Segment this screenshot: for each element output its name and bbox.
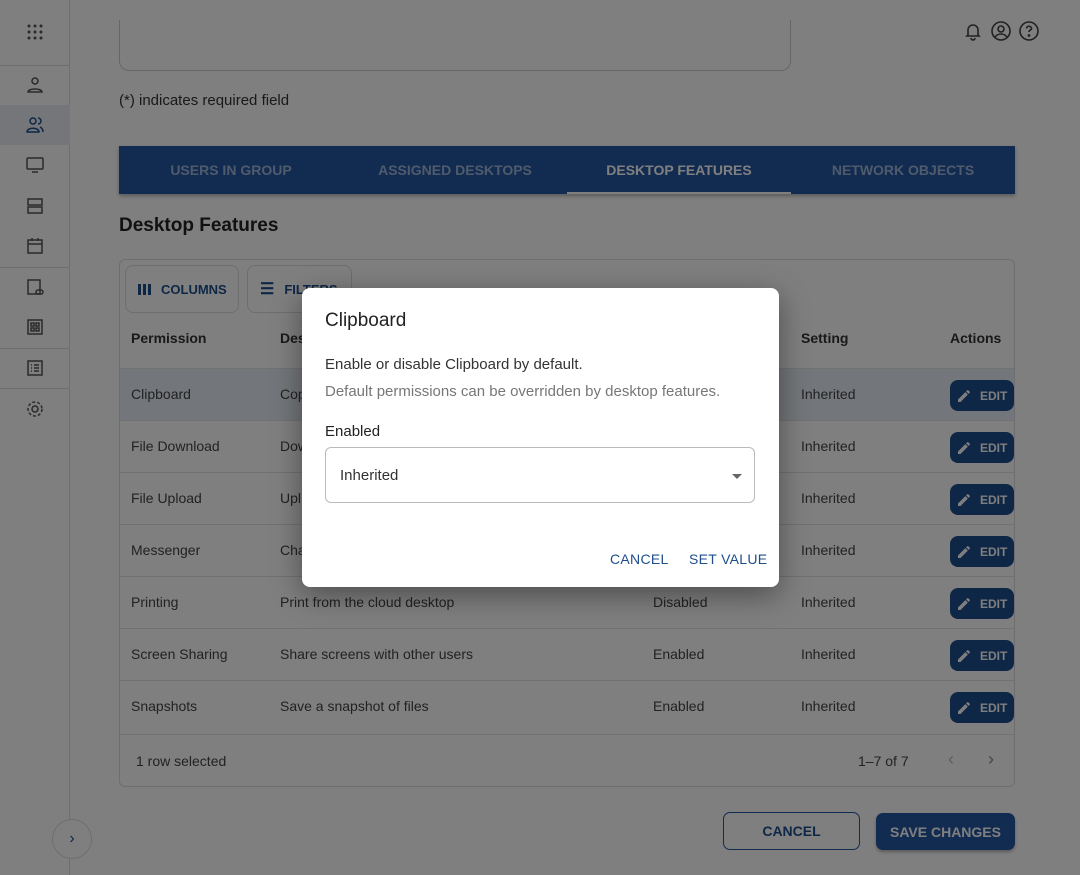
enabled-select[interactable]: Inherited	[325, 447, 755, 503]
dropdown-caret-icon	[732, 474, 742, 479]
dialog-cancel-button[interactable]: CANCEL	[610, 551, 669, 567]
clipboard-dialog: Clipboard Enable or disable Clipboard by…	[302, 288, 779, 587]
enabled-select-value: Inherited	[340, 467, 399, 484]
dialog-description: Enable or disable Clipboard by default.	[325, 356, 583, 373]
set-value-button[interactable]: SET VALUE	[689, 551, 767, 567]
dialog-title: Clipboard	[325, 310, 407, 331]
enabled-label: Enabled	[325, 423, 381, 440]
dialog-subtext: Default permissions can be overridden by…	[325, 383, 721, 400]
